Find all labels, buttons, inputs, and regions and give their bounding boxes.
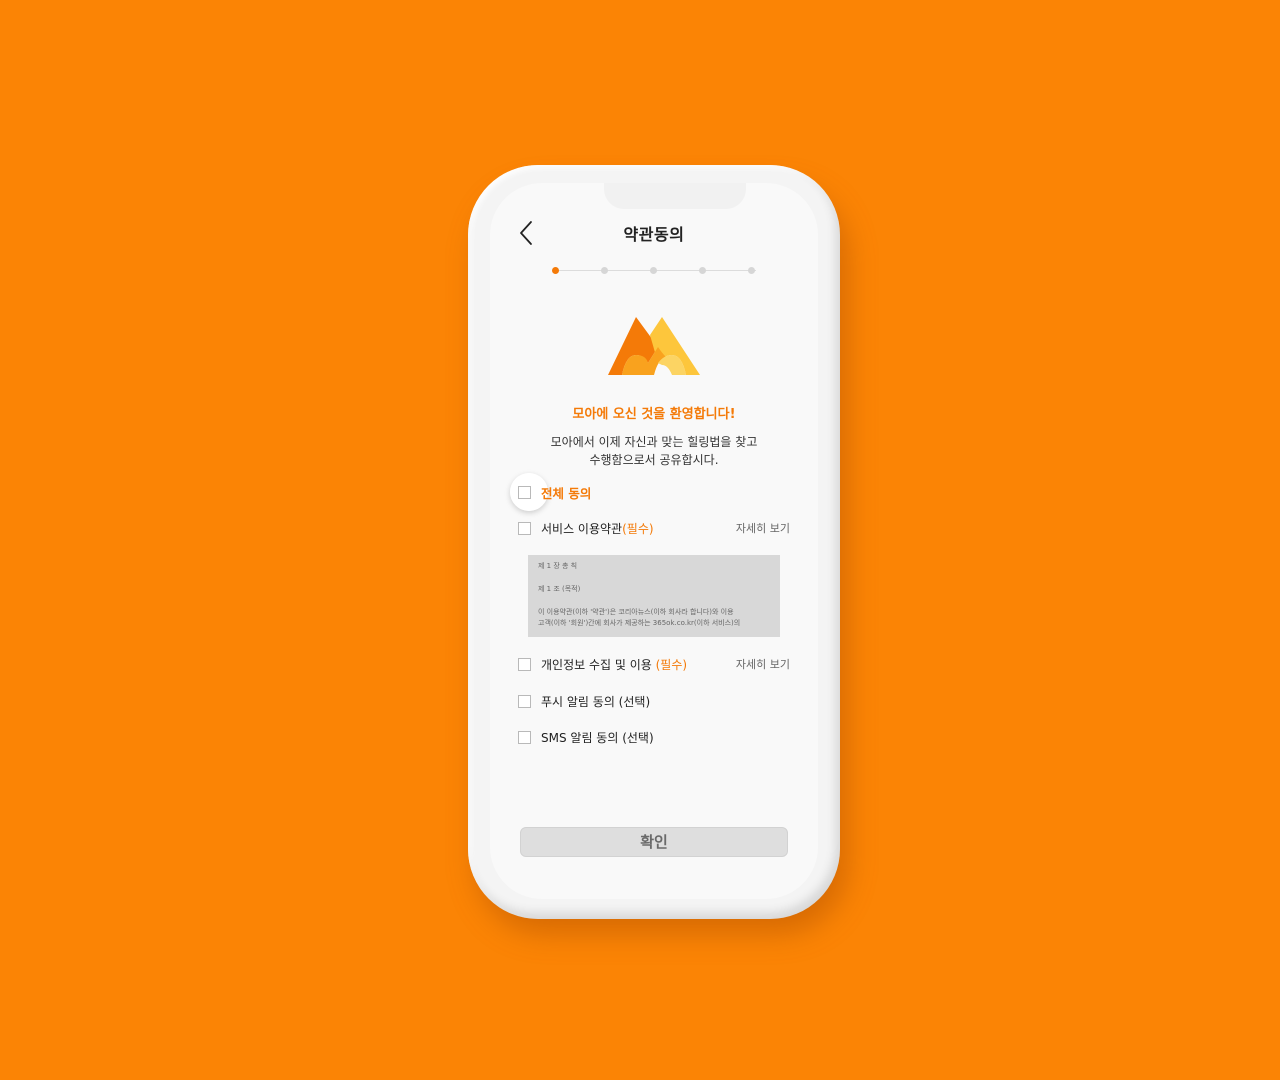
sms-row[interactable]: SMS 알림 동의 (선택) [518, 727, 790, 747]
push-checkbox[interactable] [518, 694, 531, 708]
welcome-line-2: 수행함으로서 공유합시다. [589, 453, 719, 467]
moa-logo [608, 317, 700, 375]
privacy-detail-link[interactable]: 자세히 보기 [736, 656, 790, 672]
service-required-tag: (필수) [622, 521, 654, 536]
privacy-required-tag: (필수) [655, 657, 688, 672]
welcome-description: 모아에서 이제 자신과 맞는 힐링법을 찾고 수행함으로서 공유합시다. [490, 433, 818, 469]
terms-preview-box[interactable]: 제 1 장 총 칙 제 1 조 (목적) 이 이용약관(이하 '약관')은 코리… [528, 555, 780, 637]
sms-checkbox[interactable] [518, 730, 531, 744]
sms-label: SMS 알림 동의 (선택) [541, 730, 654, 745]
terms-gap [538, 595, 770, 607]
phone-notch [604, 183, 746, 209]
page-title: 약관동의 [623, 225, 685, 244]
terms-line-1: 이 이용약관(이하 '약관')은 코리아뉴스(이하 회사라 합니다)와 이용 [538, 608, 734, 616]
terms-chapter: 제 1 장 총 칙 [538, 562, 578, 570]
terms-gap [538, 572, 770, 584]
service-terms-checkbox[interactable] [518, 521, 531, 535]
step-dot-5 [748, 267, 755, 274]
terms-line-2: 고객(이하 '회원')간에 회사가 제공하는 365ok.co.kr(이하 서비… [538, 619, 741, 627]
welcome-line-1: 모아에서 이제 자신과 맞는 힐링법을 찾고 [550, 435, 758, 449]
step-dot-2 [601, 267, 608, 274]
step-dot-4 [699, 267, 706, 274]
push-label: 푸시 알림 동의 (선택) [541, 694, 651, 709]
privacy-text: 개인정보 수집 및 이용 [541, 657, 656, 672]
step-dot-3 [650, 267, 657, 274]
push-row[interactable]: 푸시 알림 동의 (선택) [518, 691, 790, 711]
phone-frame: 약관동의 모아에 오신 것을 환영합니다! 모아에서 이제 자신과 맞는 힐링법… [468, 165, 840, 919]
privacy-row[interactable]: 개인정보 수집 및 이용 (필수) 자세히 보기 [518, 654, 790, 674]
terms-article: 제 1 조 (목적) [538, 585, 581, 593]
welcome-heading: 모아에 오신 것을 환영합니다! [572, 407, 736, 422]
service-terms-row[interactable]: 서비스 이용약관(필수) 자세히 보기 [518, 518, 790, 538]
confirm-button[interactable]: 확인 [520, 827, 788, 857]
privacy-checkbox[interactable] [518, 657, 531, 671]
service-terms-text: 서비스 이용약관 [541, 521, 623, 536]
service-terms-label: 서비스 이용약관(필수) [541, 520, 654, 537]
progress-stepper [552, 265, 760, 277]
privacy-label: 개인정보 수집 및 이용 (필수) [541, 656, 687, 673]
step-dot-1 [552, 267, 559, 274]
phone-screen: 약관동의 모아에 오신 것을 환영합니다! 모아에서 이제 자신과 맞는 힐링법… [490, 183, 818, 899]
agree-all-row[interactable]: 전체 동의 [518, 482, 790, 502]
agree-all-checkbox[interactable] [518, 485, 531, 499]
service-terms-detail-link[interactable]: 자세히 보기 [736, 520, 790, 536]
agree-all-label: 전체 동의 [541, 485, 592, 501]
